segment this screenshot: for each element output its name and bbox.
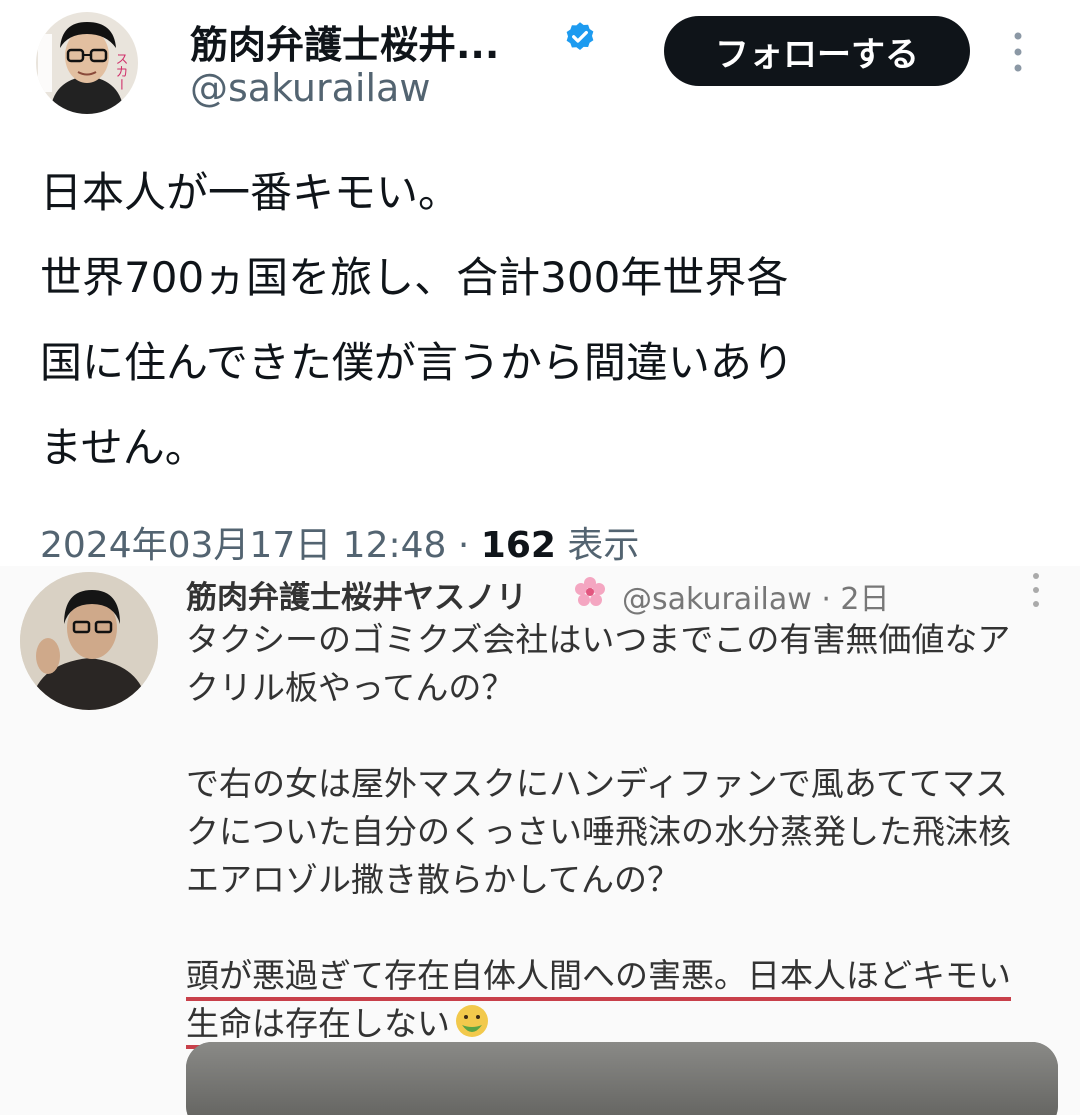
- embedded-author-name: 筋肉弁護士桜井ヤスノリ: [186, 580, 527, 616]
- cherry-blossom-icon: [574, 576, 606, 608]
- embedded-photo: [186, 1042, 1058, 1115]
- embedded-text-line: 生命は存在しない: [186, 1000, 1066, 1049]
- underlined-text: 頭が悪過ぎて存在自体人間への害悪。日本人ほどキモい: [186, 956, 1011, 1001]
- author-name[interactable]: 筋肉弁護士桜井...: [190, 14, 499, 69]
- embedded-tweet-screenshot: 筋肉弁護士桜井ヤスノリ @sakurailaw · 2日 タクシーのゴミクズ会社…: [0, 566, 1080, 1115]
- author-handle[interactable]: @sakurailaw: [190, 66, 430, 110]
- views-label: 表示: [555, 525, 640, 566]
- tweet-text-line: ません。: [40, 423, 207, 472]
- avatar-sticker-text: スカー: [113, 52, 128, 91]
- tweet-text-line: 国に住んできた僕が言うから間違いあり: [40, 338, 794, 387]
- more-options-icon[interactable]: [1006, 30, 1030, 74]
- follow-button[interactable]: フォローする: [664, 16, 970, 86]
- verified-badge-icon: [562, 20, 598, 56]
- embedded-post-time: · 2日: [811, 582, 890, 617]
- tweet-meta: 2024年03月17日 12:48 · 162 表示: [40, 516, 639, 568]
- tweet-text: 日本人が一番キモい。 世界700ヵ国を旅し、合計300年世界各 国に住んできた僕…: [40, 150, 1040, 490]
- embedded-author-avatar: [20, 572, 158, 710]
- nauseated-face-icon: [454, 1003, 490, 1039]
- tweet-timestamp[interactable]: 2024年03月17日 12:48 ·: [40, 525, 481, 566]
- embedded-handle: @sakurailaw · 2日: [622, 582, 890, 617]
- views-count: 162: [480, 525, 556, 566]
- embedded-blank-line: [186, 904, 1066, 952]
- embedded-text-line: で右の女は屋外マスクにハンディファンで風あててマス: [186, 764, 1009, 803]
- embedded-tweet-text: タクシーのゴミクズ会社はいつまでこの有害無価値なア クリル板やってんの？ で右の…: [186, 616, 1066, 1049]
- tweet-text-line: 日本人が一番キモい。: [40, 168, 461, 217]
- author-avatar[interactable]: スカー: [36, 12, 138, 114]
- embedded-text-line: エアロゾル撒き散らかしてんの？: [186, 860, 681, 899]
- embedded-text-line: 頭が悪過ぎて存在自体人間への害悪。日本人ほどキモい: [186, 952, 1066, 1001]
- embedded-text-line: クについた自分のくっさい唾飛沫の水分蒸発した飛沫核: [186, 812, 1011, 851]
- embedded-text-line: タクシーのゴミクズ会社はいつまでこの有害無価値なア: [186, 620, 1011, 659]
- embedded-more-icon: [1028, 570, 1044, 610]
- embedded-text-line: クリル板やってんの？: [186, 668, 515, 707]
- tweet-text-line: 世界700ヵ国を旅し、合計300年世界各: [40, 253, 789, 302]
- embedded-blank-line: [186, 712, 1066, 760]
